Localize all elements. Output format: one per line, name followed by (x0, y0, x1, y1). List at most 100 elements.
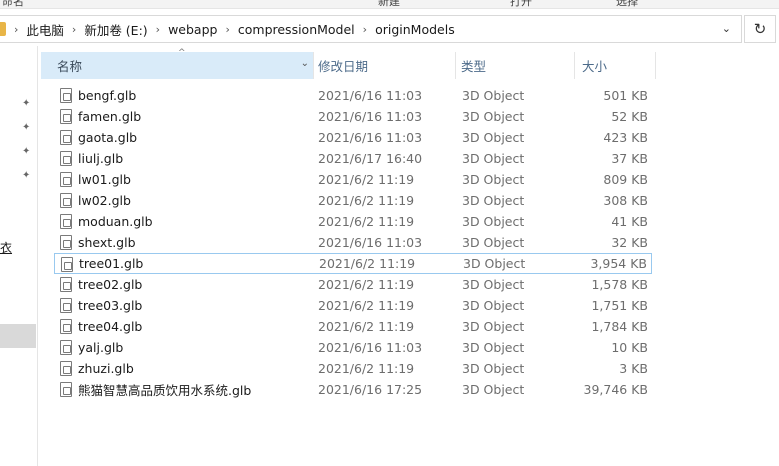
file-size: 1,751 KB (591, 298, 648, 313)
column-header-type[interactable]: 类型 (461, 52, 573, 79)
ribbon-label-rename[interactable]: 命名 (2, 0, 24, 9)
column-header-name[interactable]: 名称 ^ ⌄ (41, 48, 313, 79)
file-name: moduan.glb (78, 214, 153, 229)
file-size: 3 KB (619, 361, 648, 376)
file-name: famen.glb (78, 109, 142, 124)
file-row[interactable]: lw01.glb 2021/6/2 11:19 3D Object 809 KB (54, 169, 652, 190)
file-type: 3D Object (463, 256, 526, 271)
file-type: 3D Object (462, 340, 525, 355)
breadcrumb-compressionmodel[interactable]: compressionModel (238, 22, 355, 37)
column-header-size-label: 大小 (582, 59, 608, 74)
pin-icon[interactable]: ✦ (22, 98, 30, 109)
file-name: tree01.glb (79, 256, 144, 271)
column-divider[interactable] (574, 52, 575, 79)
breadcrumb-webapp[interactable]: webapp (168, 22, 217, 37)
address-bar[interactable]: › 此电脑 › 新加卷 (E:) › webapp › compressionM… (0, 15, 742, 43)
3d-object-file-icon (60, 319, 72, 334)
file-type: 3D Object (462, 319, 525, 334)
breadcrumb-separator-icon[interactable]: › (72, 23, 76, 36)
breadcrumb-drive[interactable]: 新加卷 (E:) (84, 20, 147, 39)
ribbon-label-open[interactable]: 打开 (510, 0, 532, 9)
file-type: 3D Object (462, 130, 525, 145)
file-name: tree04.glb (78, 319, 143, 334)
chevron-down-icon[interactable]: ⌄ (722, 22, 731, 35)
file-row[interactable]: moduan.glb 2021/6/2 11:19 3D Object 41 KB (54, 211, 652, 232)
file-size: 41 KB (611, 214, 648, 229)
nav-item-label[interactable]: 衣 (0, 239, 12, 256)
navigation-pane[interactable]: ✦ ✦ ✦ ✦ 衣 (0, 46, 38, 466)
file-date: 2021/6/2 11:19 (318, 298, 415, 313)
column-divider[interactable] (313, 52, 314, 79)
pin-icon[interactable]: ✦ (22, 122, 30, 133)
breadcrumb-separator-icon[interactable]: › (225, 23, 229, 36)
file-row[interactable]: bengf.glb 2021/6/16 11:03 3D Object 501 KB (54, 85, 652, 106)
file-type: 3D Object (462, 88, 525, 103)
file-row[interactable]: lw02.glb 2021/6/2 11:19 3D Object 308 KB (54, 190, 652, 211)
file-date: 2021/6/16 11:03 (318, 88, 423, 103)
file-name: 熊猫智慧高品质饮用水系统.glb (78, 383, 252, 398)
file-row[interactable]: 熊猫智慧高品质饮用水系统.glb 2021/6/16 17:25 3D Object… (54, 379, 652, 400)
ribbon-label-select[interactable]: 选择 (616, 0, 638, 9)
ribbon-strip: 命名 新建 打开 选择 (0, 0, 779, 9)
file-size: 37 KB (611, 151, 648, 166)
file-type: 3D Object (462, 151, 525, 166)
file-type: 3D Object (462, 277, 525, 292)
file-row[interactable]: tree03.glb 2021/6/2 11:19 3D Object 1,751 K… (54, 295, 652, 316)
file-type: 3D Object (462, 235, 525, 250)
file-date: 2021/6/2 11:19 (318, 172, 415, 187)
breadcrumb-separator-icon[interactable]: › (363, 23, 367, 36)
breadcrumb-this-pc[interactable]: 此电脑 (26, 20, 64, 39)
column-divider[interactable] (655, 52, 656, 79)
3d-object-file-icon (60, 151, 72, 166)
pin-icon[interactable]: ✦ (22, 146, 30, 157)
file-row[interactable]: shext.glb 2021/6/16 11:03 3D Object 32 KB (54, 232, 652, 253)
file-date: 2021/6/16 11:03 (318, 109, 423, 124)
column-header-size[interactable]: 大小 (582, 52, 654, 79)
file-row[interactable]: zhuzi.glb 2021/6/2 11:19 3D Object 3 KB (54, 358, 652, 379)
file-row[interactable]: gaota.glb 2021/6/16 11:03 3D Object 423 KB (54, 127, 652, 148)
3d-object-file-icon (60, 298, 72, 313)
file-size: 52 KB (611, 109, 648, 124)
ribbon-label-new[interactable]: 新建 (378, 0, 400, 9)
file-row[interactable]: tree02.glb 2021/6/2 11:19 3D Object 1,578 K… (54, 274, 652, 295)
column-divider[interactable] (455, 52, 456, 79)
file-row[interactable]: tree01.glb 2021/6/2 11:19 3D Object 3,954 K… (54, 253, 652, 274)
file-name: bengf.glb (78, 88, 137, 103)
breadcrumb-separator-icon[interactable]: › (14, 23, 18, 36)
file-name: tree02.glb (78, 277, 143, 292)
file-date: 2021/6/17 16:40 (318, 151, 423, 166)
breadcrumb-originmodels[interactable]: originModels (375, 22, 455, 37)
file-row[interactable]: yalj.glb 2021/6/16 11:03 3D Object 10 KB (54, 337, 652, 358)
3d-object-file-icon (60, 214, 72, 229)
file-name: liulj.glb (78, 151, 124, 166)
file-date: 2021/6/2 11:19 (318, 214, 415, 229)
file-size: 501 KB (603, 88, 648, 103)
refresh-icon: ↻ (753, 20, 767, 38)
3d-object-file-icon (60, 277, 72, 292)
3d-object-file-icon (60, 130, 72, 145)
pin-icon[interactable]: ✦ (22, 170, 30, 181)
file-type: 3D Object (462, 298, 525, 313)
file-name: lw02.glb (78, 193, 131, 208)
file-row[interactable]: liulj.glb 2021/6/17 16:40 3D Object 37 KB (54, 148, 652, 169)
chevron-down-icon[interactable]: ⌄ (301, 58, 309, 69)
file-size: 1,578 KB (591, 277, 648, 292)
3d-object-file-icon (60, 193, 72, 208)
column-header-date[interactable]: 修改日期 (318, 52, 454, 79)
3d-object-file-icon (60, 172, 72, 187)
address-row: › 此电脑 › 新加卷 (E:) › webapp › compressionM… (0, 12, 779, 46)
file-size: 32 KB (611, 235, 648, 250)
file-date: 2021/6/16 17:25 (318, 382, 423, 397)
3d-object-file-icon (60, 235, 72, 250)
breadcrumb-separator-icon[interactable]: › (156, 23, 160, 36)
file-date: 2021/6/2 11:19 (318, 319, 415, 334)
refresh-button[interactable]: ↻ (744, 15, 776, 43)
file-type: 3D Object (462, 382, 525, 397)
file-row[interactable]: famen.glb 2021/6/16 11:03 3D Object 52 KB (54, 106, 652, 127)
file-name: lw01.glb (78, 172, 131, 187)
file-row[interactable]: tree04.glb 2021/6/2 11:19 3D Object 1,784 K… (54, 316, 652, 337)
column-header-type-label: 类型 (461, 59, 487, 74)
file-size: 809 KB (603, 172, 648, 187)
nav-item-selected[interactable] (0, 324, 36, 348)
sort-ascending-icon: ^ (178, 48, 186, 58)
